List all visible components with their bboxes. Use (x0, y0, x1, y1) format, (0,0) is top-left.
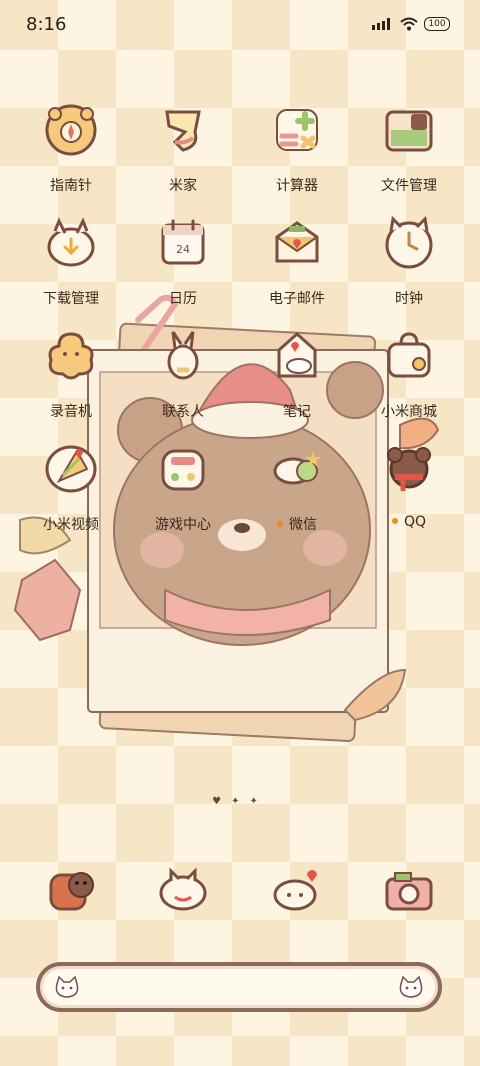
app-mi-store[interactable]: 小米商城 (353, 331, 465, 443)
app-label: 计算器 (276, 178, 318, 194)
search-bar[interactable] (36, 962, 442, 1012)
app-calculator[interactable]: 计算器 (241, 105, 353, 217)
app-label: 下载管理 (43, 291, 99, 307)
new-badge-dot (391, 518, 398, 524)
battery-icon: 100 (424, 17, 450, 31)
app-label: 微信 (241, 514, 353, 534)
page-dot-heart[interactable]: ♥ (212, 796, 231, 807)
app-calendar[interactable]: 24 日历 (127, 218, 239, 330)
app-label: 文件管理 (381, 178, 437, 194)
page-dot[interactable]: ✦ (231, 796, 249, 807)
app-recorder[interactable]: 录音机 (15, 331, 127, 443)
wechat-icon (272, 444, 322, 494)
app-mi-video[interactable]: 小米视频 (15, 444, 127, 556)
dock-app-messages[interactable] (127, 866, 239, 936)
app-label: 游戏中心 (155, 517, 211, 533)
app-file-manager[interactable]: 文件管理 (353, 105, 465, 217)
page-dot[interactable]: ✦ (249, 796, 267, 807)
calculator-icon (272, 105, 322, 155)
mijia-icon (158, 105, 208, 155)
dock-app-phone[interactable] (15, 866, 127, 936)
status-time: 8:16 (26, 14, 67, 35)
email-icon (272, 218, 322, 268)
cat-face-icon (55, 976, 79, 998)
wifi-icon (400, 17, 418, 31)
cat-face-icon[interactable] (398, 976, 424, 1000)
game-center-icon (158, 444, 208, 494)
app-label: 电子邮件 (269, 291, 325, 307)
camera-icon (384, 866, 434, 916)
app-label: QQ (353, 514, 465, 530)
app-label: 时钟 (395, 291, 423, 307)
contacts-icon (158, 331, 208, 381)
clock-icon (384, 215, 434, 269)
page-indicator: ♥✦✦ (0, 796, 480, 807)
app-label: 录音机 (50, 404, 92, 420)
recorder-icon (46, 331, 96, 381)
app-notes[interactable]: 笔记 (241, 331, 353, 443)
compass-icon (45, 104, 97, 156)
browser-icon (272, 866, 322, 916)
file-manager-icon (384, 105, 434, 155)
app-label: 米家 (169, 178, 197, 194)
app-mijia[interactable]: 米家 (127, 105, 239, 217)
app-label-text: QQ (403, 514, 427, 530)
phone-icon (46, 866, 96, 916)
app-label: 小米商城 (381, 404, 437, 420)
app-label: 指南针 (50, 178, 92, 194)
app-label: 笔记 (283, 404, 311, 420)
status-bar: 8:16 100 (0, 0, 480, 50)
mi-store-icon (384, 331, 434, 381)
app-game-center[interactable]: 游戏中心 (127, 444, 239, 556)
app-clock[interactable]: 时钟 (353, 215, 465, 330)
app-contacts[interactable]: 联系人 (127, 331, 239, 443)
calendar-icon: 24 (158, 218, 208, 268)
app-compass[interactable]: 指南针 (15, 104, 127, 217)
app-label: 联系人 (162, 404, 204, 420)
dock-app-browser[interactable] (241, 866, 353, 936)
messages-icon (158, 866, 208, 916)
dock (0, 866, 480, 936)
dock-app-camera[interactable] (353, 866, 465, 936)
download-manager-icon (46, 217, 96, 268)
app-label-text: 微信 (289, 517, 317, 533)
app-qq[interactable]: QQ (353, 444, 465, 556)
signal-icon (372, 18, 390, 30)
new-badge-dot (277, 521, 283, 527)
calendar-date: 24 (176, 243, 190, 256)
status-icons: 100 (372, 17, 450, 31)
app-email[interactable]: 电子邮件 (241, 218, 353, 330)
app-label: 日历 (169, 291, 197, 307)
qq-icon (384, 444, 434, 494)
app-label: 小米视频 (43, 517, 99, 533)
mi-video-icon (45, 444, 97, 494)
notes-icon (272, 331, 322, 381)
app-download-manager[interactable]: 下载管理 (15, 217, 127, 330)
app-wechat[interactable]: 微信 (241, 444, 353, 556)
